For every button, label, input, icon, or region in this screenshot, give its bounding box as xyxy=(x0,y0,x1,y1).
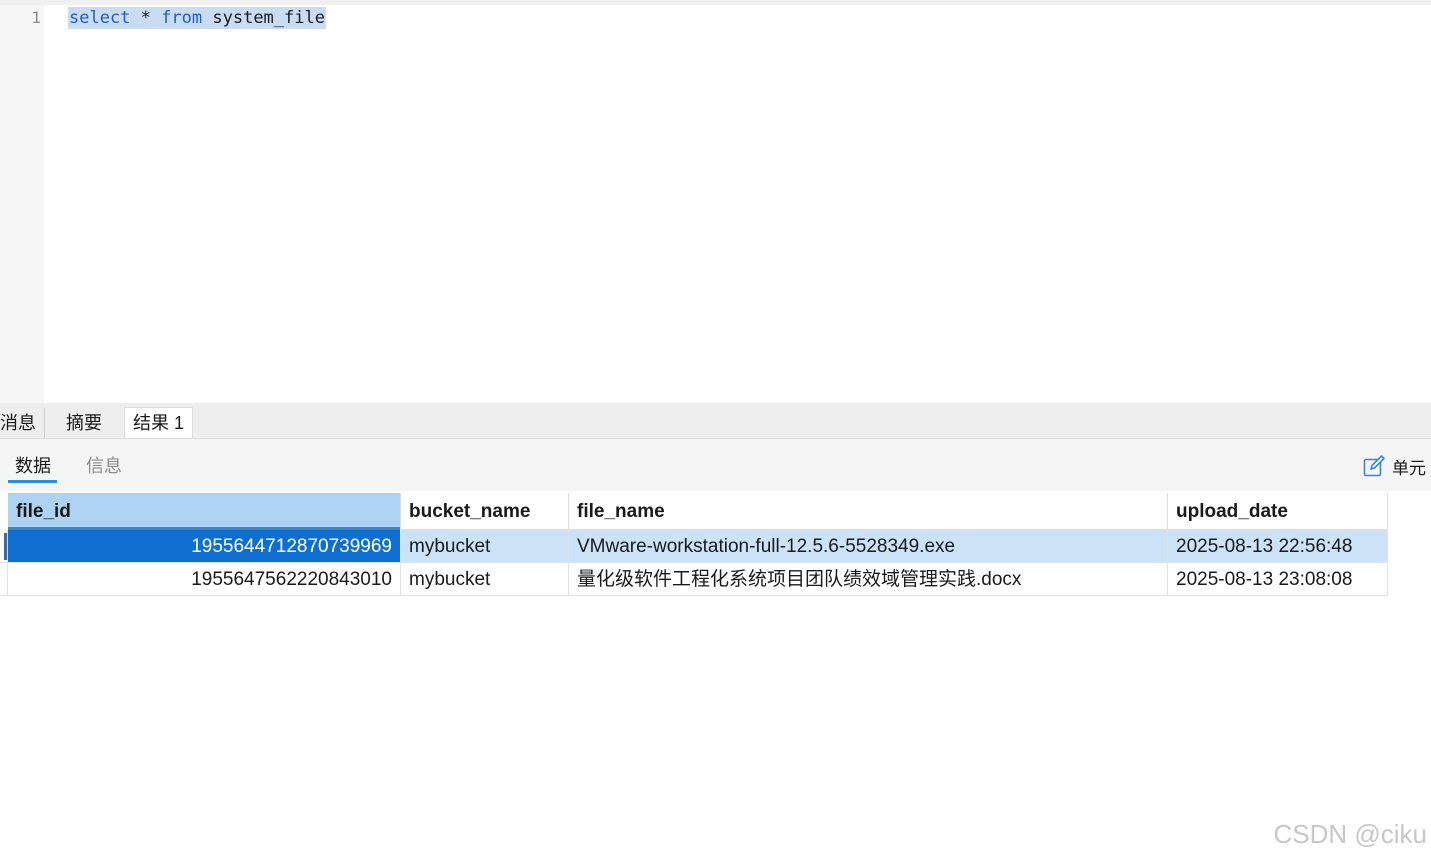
cell-file-id[interactable]: 1955647562220843010 xyxy=(8,563,401,596)
current-row-marker xyxy=(4,533,7,560)
column-header-file-name[interactable]: file_name xyxy=(569,493,1168,530)
row-indicator xyxy=(0,563,8,596)
sql-keyword-from: from xyxy=(161,8,203,28)
cell-bucket-name[interactable]: mybucket xyxy=(401,563,569,596)
column-header-upload-date[interactable]: upload_date xyxy=(1168,493,1388,530)
column-header-bucket-name[interactable]: bucket_name xyxy=(401,493,569,530)
line-number-gutter: 1 xyxy=(0,5,44,403)
tab-messages[interactable]: 消息 xyxy=(0,408,45,438)
sql-code-line[interactable]: select * from system_file xyxy=(68,7,326,29)
cell-file-name[interactable]: VMware-workstation-full-12.5.6-5528349.e… xyxy=(569,530,1168,563)
cell-file-id[interactable]: 1955644712870739969 xyxy=(8,530,401,563)
result-subtabs-bar: 数据 信息 单元 xyxy=(0,439,1431,491)
active-subtab-indicator xyxy=(8,480,57,483)
row-indicator xyxy=(0,530,8,563)
cell-edit-label: 单元 xyxy=(1392,458,1426,478)
cell-upload-date[interactable]: 2025-08-13 23:08:08 xyxy=(1168,563,1388,596)
tab-summary[interactable]: 摘要 xyxy=(58,408,110,438)
cell-bucket-name[interactable]: mybucket xyxy=(401,530,569,563)
sql-table-name: system_file xyxy=(212,8,325,28)
subtab-info[interactable]: 信息 xyxy=(86,454,122,478)
result-tabs-bar: 消息 摘要 结果 1 xyxy=(0,403,1431,439)
line-number: 1 xyxy=(31,8,41,27)
edit-pencil-icon xyxy=(1363,455,1385,477)
sql-keyword-select: select xyxy=(69,8,131,28)
sql-star: * xyxy=(140,8,151,28)
sql-editor[interactable]: 1 select * from system_file xyxy=(0,5,1431,403)
cell-upload-date[interactable]: 2025-08-13 22:56:48 xyxy=(1168,530,1388,563)
subtab-data[interactable]: 数据 xyxy=(15,454,51,478)
cell-file-name[interactable]: 量化级软件工程化系统项目团队绩效域管理实践.docx xyxy=(569,563,1168,596)
tab-result-1[interactable]: 结果 1 xyxy=(124,407,194,438)
column-header-file-id[interactable]: file_id xyxy=(8,493,401,530)
csdn-watermark: CSDN @ciku xyxy=(1273,819,1427,849)
cell-edit-button[interactable]: 单元 xyxy=(1362,453,1426,479)
